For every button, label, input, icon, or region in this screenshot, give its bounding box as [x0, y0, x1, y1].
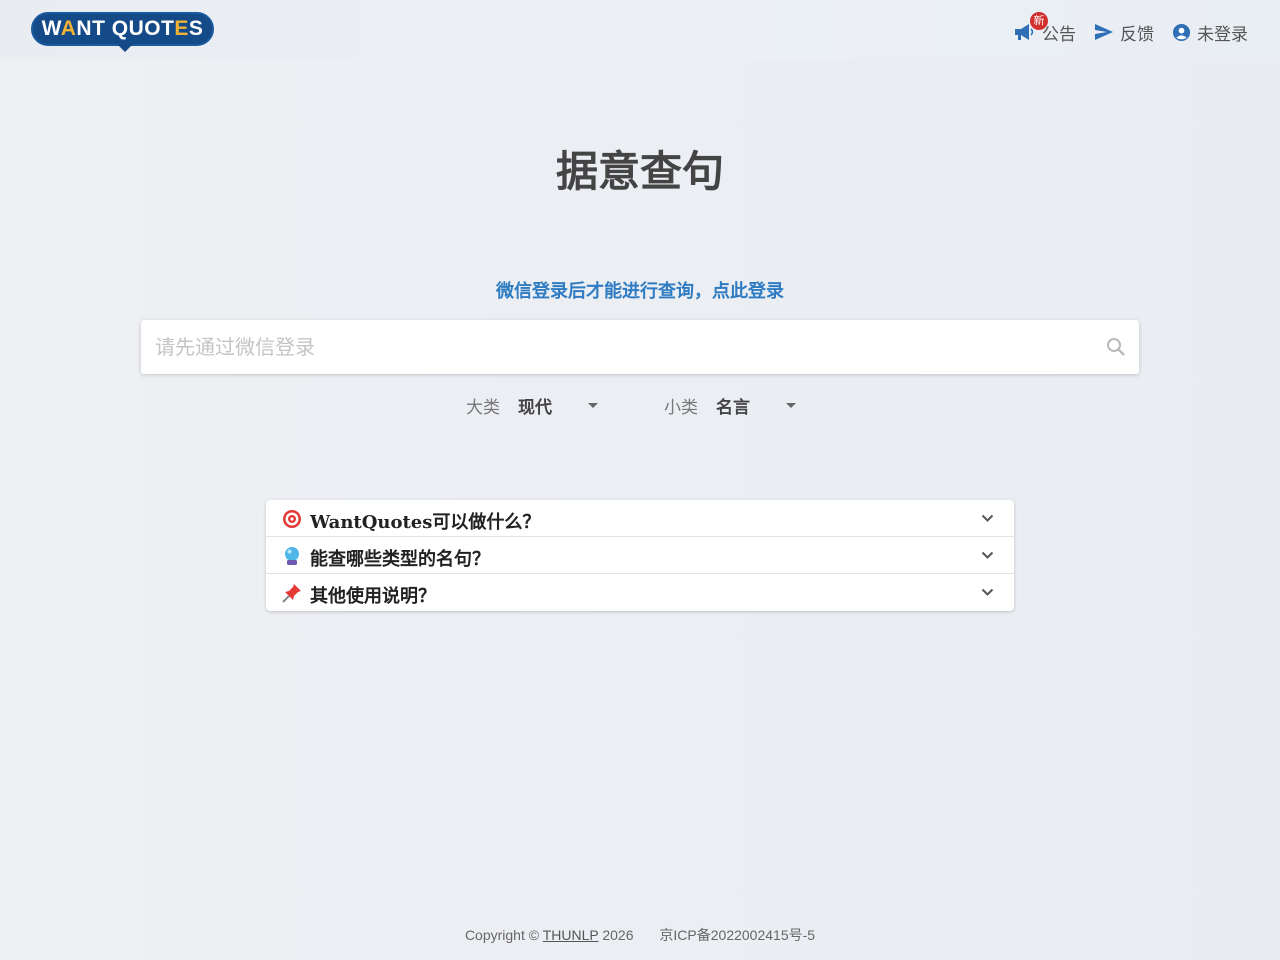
faq-accordion: WantQuotes可以做什么？ 能查哪些类型的名句？ 其他使用说明？ [266, 500, 1014, 611]
feedback-link[interactable]: 反馈 [1094, 20, 1154, 45]
new-badge: 新 [1030, 11, 1048, 30]
login-status-link[interactable]: 未登录 [1172, 20, 1248, 45]
minor-category-label: 小类 [664, 397, 698, 418]
minor-category-select[interactable]: 小类 名言 [664, 390, 796, 420]
search-icon[interactable] [1105, 336, 1127, 358]
logo-text: WANT QUOTES [41, 17, 204, 40]
pushpin-icon [282, 584, 301, 603]
top-nav: 新 公告 反馈 未登录 [996, 11, 1248, 46]
copyright-prefix: Copyright © [464, 927, 540, 943]
wechat-login-link[interactable]: 微信登录后才能进行查询，点此登录 [0, 277, 1280, 303]
logo[interactable]: WANT QUOTES [31, 12, 215, 52]
faq-question: 其他使用说明？ [310, 586, 436, 607]
target-icon [283, 510, 301, 528]
minor-category-value: 名言 [716, 397, 750, 418]
chevron-down-icon [981, 514, 994, 522]
faq-item-types[interactable]: 能查哪些类型的名句？ [266, 537, 1014, 574]
chevron-down-icon [981, 588, 994, 596]
search-input[interactable] [155, 320, 1085, 374]
category-selectors: 大类 现代 小类 名言 [0, 390, 1280, 420]
send-icon [1095, 24, 1113, 40]
faq-question: 能查哪些类型的名句？ [310, 549, 490, 570]
announcement-link[interactable]: 新 公告 [1014, 11, 1076, 45]
icp-link[interactable]: 京ICP备2022002415号-5 [659, 927, 815, 943]
faq-item-what[interactable]: WantQuotes可以做什么？ [266, 500, 1014, 537]
caret-down-icon [588, 402, 598, 408]
footer: Copyright © THUNLP 2026 京ICP备2022002415号… [0, 925, 1280, 945]
caret-down-icon [786, 402, 796, 408]
search-box [141, 320, 1139, 374]
crystal-ball-icon [285, 547, 299, 565]
feedback-label: 反馈 [1120, 24, 1154, 45]
login-status-label: 未登录 [1197, 24, 1248, 45]
copyright-year: 2026 [602, 927, 634, 943]
major-category-select[interactable]: 大类 现代 [466, 390, 598, 420]
faq-item-usage[interactable]: 其他使用说明？ [266, 574, 1014, 611]
user-circle-icon [1172, 23, 1191, 41]
faq-question: WantQuotes可以做什么？ [310, 512, 541, 533]
chevron-down-icon [981, 551, 994, 559]
page-title: 据意查句 [555, 147, 724, 196]
major-category-value: 现代 [518, 397, 552, 418]
thunlp-link[interactable]: THUNLP [543, 927, 599, 943]
major-category-label: 大类 [466, 397, 500, 418]
